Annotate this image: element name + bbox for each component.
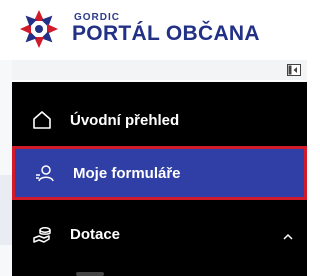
chevron-up-icon[interactable] <box>283 228 293 245</box>
sidebar-item-my-forms[interactable]: Moje formuláře <box>12 146 307 200</box>
sidebar-item-label: Moje formuláře <box>73 164 181 182</box>
submenu-edge <box>76 272 104 276</box>
page-background <box>0 60 12 276</box>
sidebar-toolbar <box>12 60 307 80</box>
sidebar-item-overview[interactable]: Úvodní přehled <box>12 90 307 150</box>
home-icon <box>28 106 56 134</box>
sidebar-item-grants[interactable]: Dotace <box>12 204 307 264</box>
sidebar-nav: Úvodní přehled Moje formuláře Dotace <box>12 82 307 276</box>
portal-title[interactable]: PORTÁL OBČANA <box>72 22 260 46</box>
sidebar-item-label: Dotace <box>70 225 121 243</box>
sidebar-item-label: Úvodní přehled <box>70 111 180 129</box>
grants-icon <box>28 220 56 248</box>
gordic-logo-icon[interactable] <box>18 8 60 50</box>
sidebar-collapse-icon[interactable] <box>287 64 301 76</box>
user-forms-icon <box>31 159 59 187</box>
header: GORDIC PORTÁL OBČANA <box>0 0 307 58</box>
page-background-band <box>0 175 12 245</box>
